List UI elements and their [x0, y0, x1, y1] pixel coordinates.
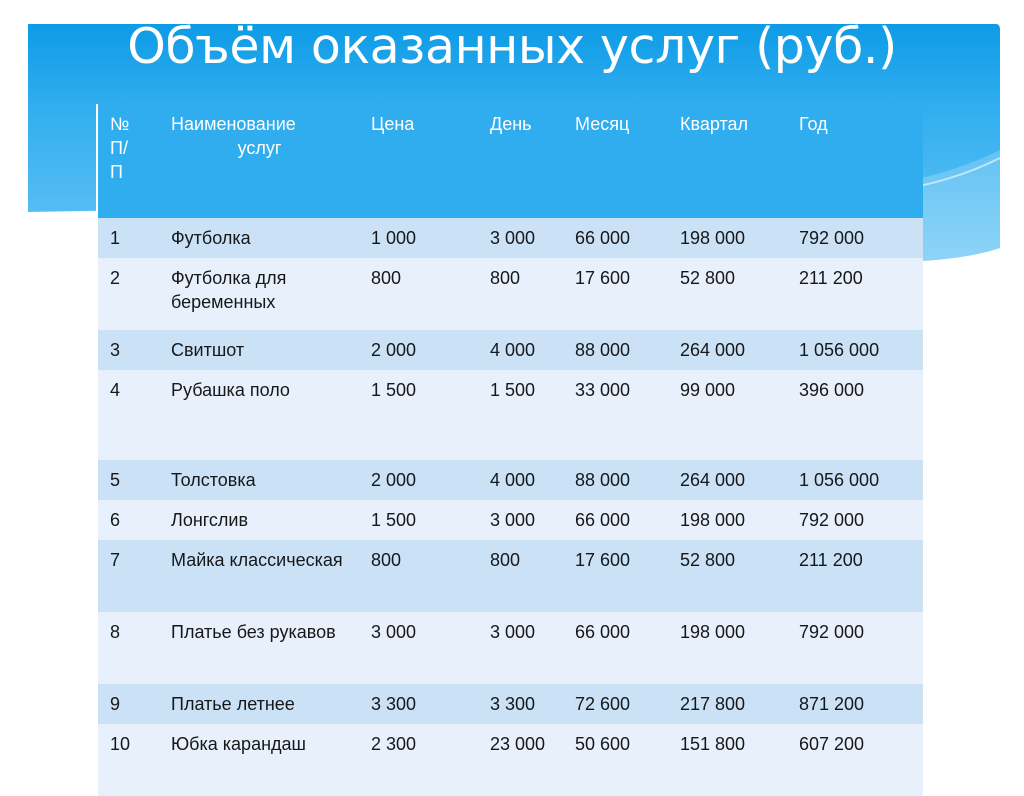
cell-no: 7 [96, 540, 159, 612]
header-name-line2: услуг [237, 138, 282, 158]
cell-name: Юбка карандаш [159, 724, 359, 796]
cell-year: 871 200 [787, 684, 923, 724]
cell-day: 3 000 [478, 218, 563, 258]
cell-no: 2 [96, 258, 159, 330]
cell-name: Толстовка [159, 460, 359, 500]
cell-price: 1 500 [359, 370, 478, 460]
cell-price: 800 [359, 258, 478, 330]
cell-year: 792 000 [787, 218, 923, 258]
cell-quarter: 264 000 [668, 460, 787, 500]
table-header-row: № П/ П Наименование услуг Цена День Меся… [96, 104, 923, 218]
cell-day: 1 500 [478, 370, 563, 460]
table-row: 5 Толстовка 2 000 4 000 88 000 264 000 1… [96, 460, 923, 500]
cell-name: Футболка [159, 218, 359, 258]
cell-price: 1 500 [359, 500, 478, 540]
cell-year: 396 000 [787, 370, 923, 460]
cell-month: 88 000 [563, 330, 668, 370]
header-no-line2: П/ [110, 138, 128, 158]
cell-day: 23 000 [478, 724, 563, 796]
cell-quarter: 99 000 [668, 370, 787, 460]
column-header-day: День [478, 104, 563, 218]
cell-quarter: 264 000 [668, 330, 787, 370]
cell-no: 4 [96, 370, 159, 460]
cell-day: 3 000 [478, 612, 563, 684]
services-table-container: № П/ П Наименование услуг Цена День Меся… [96, 104, 923, 796]
cell-year: 1 056 000 [787, 460, 923, 500]
cell-month: 50 600 [563, 724, 668, 796]
cell-year: 211 200 [787, 540, 923, 612]
cell-year: 792 000 [787, 500, 923, 540]
title-bar: Объём оказанных услуг (руб.) [0, 18, 1024, 76]
cell-month: 66 000 [563, 218, 668, 258]
column-header-name: Наименование услуг [159, 104, 359, 218]
page-title: Объём оказанных услуг (руб.) [127, 18, 897, 75]
cell-no: 8 [96, 612, 159, 684]
table-row: 9 Платье летнее 3 300 3 300 72 600 217 8… [96, 684, 923, 724]
cell-quarter: 52 800 [668, 540, 787, 612]
cell-no: 6 [96, 500, 159, 540]
cell-no: 1 [96, 218, 159, 258]
cell-month: 33 000 [563, 370, 668, 460]
cell-quarter: 217 800 [668, 684, 787, 724]
cell-name: Майка классическая [159, 540, 359, 612]
column-header-year: Год [787, 104, 923, 218]
cell-month: 66 000 [563, 612, 668, 684]
cell-year: 792 000 [787, 612, 923, 684]
table-row: 1 Футболка 1 000 3 000 66 000 198 000 79… [96, 218, 923, 258]
cell-year: 607 200 [787, 724, 923, 796]
table-row: 7 Майка классическая 800 800 17 600 52 8… [96, 540, 923, 612]
cell-quarter: 151 800 [668, 724, 787, 796]
column-header-quarter: Квартал [668, 104, 787, 218]
cell-price: 2 000 [359, 460, 478, 500]
cell-year: 1 056 000 [787, 330, 923, 370]
table-row: 2 Футболка для беременных 800 800 17 600… [96, 258, 923, 330]
cell-year: 211 200 [787, 258, 923, 330]
cell-day: 3 000 [478, 500, 563, 540]
cell-month: 17 600 [563, 258, 668, 330]
cell-name: Лонгслив [159, 500, 359, 540]
cell-price: 2 000 [359, 330, 478, 370]
table-row: 6 Лонгслив 1 500 3 000 66 000 198 000 79… [96, 500, 923, 540]
cell-month: 66 000 [563, 500, 668, 540]
column-header-month: Месяц [563, 104, 668, 218]
table-body: 1 Футболка 1 000 3 000 66 000 198 000 79… [96, 218, 923, 796]
table-header: № П/ П Наименование услуг Цена День Меся… [96, 104, 923, 218]
cell-name: Свитшот [159, 330, 359, 370]
cell-day: 4 000 [478, 460, 563, 500]
cell-quarter: 198 000 [668, 612, 787, 684]
cell-quarter: 198 000 [668, 218, 787, 258]
cell-price: 2 300 [359, 724, 478, 796]
cell-day: 3 300 [478, 684, 563, 724]
services-table: № П/ П Наименование услуг Цена День Меся… [96, 104, 923, 796]
cell-price: 3 300 [359, 684, 478, 724]
header-no-line3: П [110, 162, 123, 182]
header-name-line1: Наименование [171, 114, 296, 134]
cell-price: 3 000 [359, 612, 478, 684]
table-row: 4 Рубашка поло 1 500 1 500 33 000 99 000… [96, 370, 923, 460]
cell-no: 9 [96, 684, 159, 724]
cell-day: 800 [478, 540, 563, 612]
cell-quarter: 52 800 [668, 258, 787, 330]
cell-month: 17 600 [563, 540, 668, 612]
cell-month: 72 600 [563, 684, 668, 724]
column-header-no: № П/ П [96, 104, 159, 218]
cell-month: 88 000 [563, 460, 668, 500]
table-row: 10 Юбка карандаш 2 300 23 000 50 600 151… [96, 724, 923, 796]
cell-no: 5 [96, 460, 159, 500]
cell-name: Платье без рукавов [159, 612, 359, 684]
cell-name: Платье летнее [159, 684, 359, 724]
column-header-price: Цена [359, 104, 478, 218]
cell-name: Рубашка поло [159, 370, 359, 460]
table-row: 8 Платье без рукавов 3 000 3 000 66 000 … [96, 612, 923, 684]
table-row: 3 Свитшот 2 000 4 000 88 000 264 000 1 0… [96, 330, 923, 370]
cell-no: 3 [96, 330, 159, 370]
header-no-line1: № [110, 114, 130, 134]
cell-price: 800 [359, 540, 478, 612]
cell-name: Футболка для беременных [159, 258, 359, 330]
cell-quarter: 198 000 [668, 500, 787, 540]
cell-price: 1 000 [359, 218, 478, 258]
cell-day: 800 [478, 258, 563, 330]
cell-no: 10 [96, 724, 159, 796]
cell-day: 4 000 [478, 330, 563, 370]
